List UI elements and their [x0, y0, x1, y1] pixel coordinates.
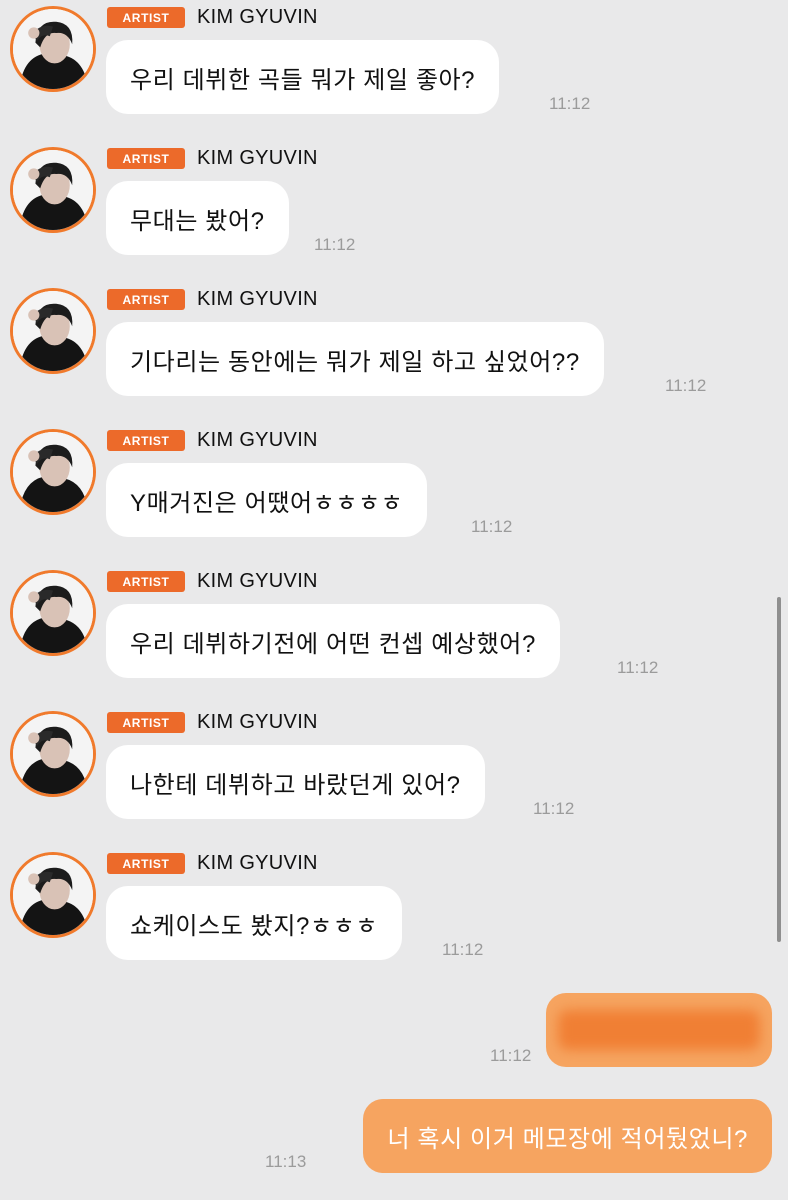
message-item: ARTIST KIM GYUVIN 쇼케이스도 봤지?ㅎㅎㅎ 11:12: [0, 846, 788, 987]
message-bubble[interactable]: 기다리는 동안에는 뭐가 제일 하고 싶었어??: [106, 322, 604, 396]
message-time: 11:12: [617, 658, 659, 677]
message-bubble[interactable]: 우리 데뷔한 곡들 뭐가 제일 좋아?: [106, 40, 500, 114]
sender-name[interactable]: KIM GYUVIN: [197, 429, 318, 452]
profile-photo-icon: [13, 9, 93, 89]
sender-name[interactable]: KIM GYUVIN: [197, 852, 318, 875]
profile-photo-icon: [13, 150, 93, 230]
message-time: 11:12: [314, 235, 356, 254]
avatar[interactable]: [10, 711, 96, 797]
avatar[interactable]: [10, 852, 96, 938]
message-item: ARTIST KIM GYUVIN 우리 데뷔하기전에 어떤 컨셉 예상했어? …: [0, 564, 788, 705]
my-message-censored[interactable]: [546, 993, 772, 1067]
message-time: 11:12: [471, 517, 513, 536]
message-bubble[interactable]: Y매거진은 어땠어ㅎㅎㅎㅎ: [106, 463, 428, 537]
message-bubble[interactable]: 쇼케이스도 봤지?ㅎㅎㅎ: [106, 886, 403, 960]
message-bubble[interactable]: 우리 데뷔하기전에 어떤 컨셉 예상했어?: [106, 604, 560, 678]
sender-name[interactable]: KIM GYUVIN: [197, 288, 318, 311]
artist-badge: ARTIST: [107, 712, 185, 733]
artist-badge: ARTIST: [107, 571, 185, 592]
message-bubble[interactable]: 나한테 데뷔하고 바랐던게 있어?: [106, 745, 485, 819]
message-item: ARTIST KIM GYUVIN 기다리는 동안에는 뭐가 제일 하고 싶었어…: [0, 282, 788, 423]
message-bubble[interactable]: 무대는 봤어?: [106, 181, 289, 255]
message-item: ARTIST KIM GYUVIN 우리 데뷔한 곡들 뭐가 제일 좋아? 11…: [0, 0, 788, 141]
profile-photo-icon: [13, 291, 93, 371]
message-time: 11:12: [549, 94, 591, 113]
my-message-bubble[interactable]: 너 혹시 이거 메모장에 적어뒀었니?: [363, 1099, 772, 1173]
censor-block: [558, 1010, 760, 1050]
sender-name[interactable]: KIM GYUVIN: [197, 570, 318, 593]
artist-badge: ARTIST: [107, 853, 185, 874]
profile-photo-icon: [13, 573, 93, 653]
my-message-time: 11:12: [490, 1046, 532, 1065]
avatar[interactable]: [10, 288, 96, 374]
profile-photo-icon: [13, 714, 93, 794]
message-time: 11:12: [442, 940, 484, 959]
my-message-time: 11:13: [265, 1152, 307, 1171]
message-time: 11:12: [665, 376, 707, 395]
avatar[interactable]: [10, 429, 96, 515]
message-item: ARTIST KIM GYUVIN 무대는 봤어? 11:12: [0, 141, 788, 282]
sender-name[interactable]: KIM GYUVIN: [197, 711, 318, 734]
profile-photo-icon: [13, 432, 93, 512]
artist-badge: ARTIST: [107, 430, 185, 451]
message-item: ARTIST KIM GYUVIN Y매거진은 어땠어ㅎㅎㅎㅎ 11:12: [0, 423, 788, 564]
profile-photo-icon: [13, 855, 93, 935]
avatar[interactable]: [10, 6, 96, 92]
sender-name[interactable]: KIM GYUVIN: [197, 6, 318, 29]
avatar[interactable]: [10, 570, 96, 656]
sender-name[interactable]: KIM GYUVIN: [197, 147, 318, 170]
artist-badge: ARTIST: [107, 148, 185, 169]
message-item: ARTIST KIM GYUVIN 나한테 데뷔하고 바랐던게 있어? 11:1…: [0, 705, 788, 846]
message-time: 11:12: [533, 799, 575, 818]
avatar[interactable]: [10, 147, 96, 233]
scrollbar[interactable]: [777, 597, 781, 942]
artist-badge: ARTIST: [107, 7, 185, 28]
artist-badge: ARTIST: [107, 289, 185, 310]
